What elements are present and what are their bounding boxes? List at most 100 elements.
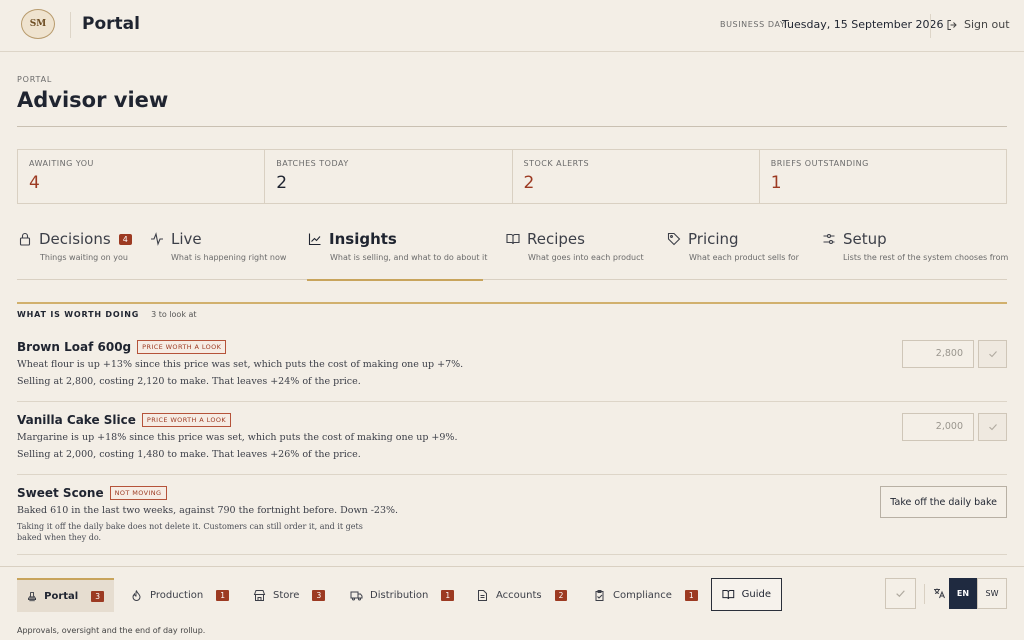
stat-value: 2 (276, 173, 288, 193)
nav-production[interactable]: Production 1 (120, 578, 239, 612)
business-day-value: Tuesday, 15 September 2026 (782, 18, 944, 31)
section-rule (17, 302, 1007, 304)
guide-button[interactable]: Guide (711, 578, 782, 611)
stat-batches: BATCHES TODAY 2 (265, 150, 513, 203)
price-input[interactable]: 2,800 (902, 340, 974, 368)
list-item: Sweet Scone NOT MOVING Baked 610 in the … (17, 486, 1007, 555)
divider (17, 126, 1007, 127)
product-name: Brown Loaf 600g (17, 340, 132, 354)
section-title: WHAT IS WORTH DOING (17, 310, 140, 319)
tab-label: Pricing (688, 230, 739, 248)
item-summary: Selling at 2,800, costing 2,120 to make.… (17, 376, 361, 387)
check-icon (896, 590, 905, 598)
nav-compliance[interactable]: Compliance 1 (583, 578, 708, 612)
section-header: WHAT IS WORTH DOING 3 to look at (17, 310, 197, 319)
nav-label: Distribution (370, 589, 429, 601)
tab-subtitle: What each product sells for (689, 253, 799, 262)
nav-label: Portal (44, 590, 79, 602)
tab-live[interactable]: Live What is happening right now (149, 230, 286, 280)
tab-label: Setup (843, 230, 887, 248)
stat-value: 2 (523, 173, 535, 193)
price-input[interactable]: 2,000 (902, 413, 974, 441)
nav-badge: 1 (684, 589, 698, 601)
tab-decisions[interactable]: Decisions 4 Things waiting on you (17, 230, 132, 280)
translate-icon (934, 588, 945, 599)
section-count: 3 to look at (151, 310, 197, 319)
nav-distribution[interactable]: Distribution 1 (340, 578, 464, 612)
list-item: Brown Loaf 600g PRICE WORTH A LOOK Wheat… (17, 340, 1007, 402)
nav-label: Store (273, 589, 300, 601)
list-item: Vanilla Cake Slice PRICE WORTH A LOOK Ma… (17, 413, 1007, 475)
stat-label: STOCK ALERTS (523, 159, 590, 168)
nav-accounts[interactable]: Accounts 2 (466, 578, 577, 612)
nav-store[interactable]: Store 3 (243, 578, 335, 612)
tab-label: Insights (329, 230, 397, 248)
nav-label: Guide (741, 589, 771, 600)
status-tag: PRICE WORTH A LOOK (137, 340, 227, 354)
tab-badge: 4 (118, 233, 132, 245)
stat-label: BRIEFS OUTSTANDING (770, 159, 869, 168)
confirm-button[interactable] (885, 578, 916, 609)
nav-badge: 3 (91, 590, 104, 602)
item-detail: Baked 610 in the last two weeks, against… (17, 505, 399, 516)
confirm-price-button[interactable] (978, 413, 1007, 441)
take-off-daily-bake-button[interactable]: Take off the daily bake (880, 486, 1007, 518)
stat-awaiting: AWAITING YOU 4 (18, 150, 266, 203)
tab-insights[interactable]: Insights What is selling, and what to do… (307, 230, 488, 281)
sign-out-button[interactable]: Sign out (946, 18, 1010, 31)
book-icon (722, 589, 735, 600)
page-kicker: PORTAL (17, 75, 53, 84)
tab-recipes[interactable]: Recipes What goes into each product (505, 230, 644, 280)
status-tag: PRICE WORTH A LOOK (141, 413, 232, 427)
check-icon (988, 351, 997, 358)
store-icon (253, 589, 266, 601)
tab-subtitle: What is selling, and what to do about it (330, 253, 488, 262)
tab-setup[interactable]: Setup Lists the rest of the system choos… (821, 230, 1008, 280)
stat-value: 4 (29, 173, 40, 193)
header-divider (930, 14, 931, 38)
product-name: Sweet Scone (17, 486, 104, 500)
chart-icon (307, 231, 323, 247)
stats-strip: AWAITING YOU 4 BATCHES TODAY 2 STOCK ALE… (17, 149, 1007, 204)
language-en-button[interactable]: EN (949, 578, 977, 609)
tab-subtitle: Things waiting on you (40, 253, 128, 262)
tag-icon (666, 231, 682, 247)
clipboard-icon (595, 589, 604, 601)
check-icon (988, 424, 997, 431)
file-icon (478, 589, 487, 601)
divider (924, 584, 925, 604)
sign-out-icon (947, 19, 957, 30)
activity-icon (149, 231, 165, 247)
stamp-icon (28, 591, 36, 601)
stat-label: AWAITING YOU (29, 159, 94, 168)
tab-subtitle: What goes into each product (528, 253, 644, 262)
nav-badge: 2 (554, 589, 568, 601)
sliders-icon (821, 231, 837, 247)
tab-label: Decisions (39, 230, 111, 248)
item-note: Taking it off the daily bake does not de… (17, 522, 363, 542)
section-tabs: Decisions 4 Things waiting on you Live W… (17, 230, 1008, 281)
stat-value: 1 (770, 173, 782, 193)
item-detail: Wheat flour is up +13% since this price … (17, 359, 464, 370)
confirm-price-button[interactable] (978, 340, 1007, 368)
lock-icon (17, 231, 33, 247)
nav-label: Production (150, 589, 204, 601)
language-sw-button[interactable]: SW (977, 578, 1007, 609)
flame-icon (132, 589, 141, 601)
tab-pricing[interactable]: Pricing What each product sells for (666, 230, 799, 280)
top-bar: SM Portal BUSINESS DAY Tuesday, 15 Septe… (0, 0, 1024, 52)
brand-logo: SM (21, 9, 55, 39)
stat-briefs: BRIEFS OUTSTANDING 1 (760, 150, 1006, 203)
business-day-label: BUSINESS DAY (720, 20, 786, 29)
page-title: Advisor view (17, 88, 169, 112)
sign-out-label: Sign out (964, 18, 1010, 31)
item-detail: Margarine is up +18% since this price wa… (17, 432, 458, 443)
product-name: Vanilla Cake Slice (17, 413, 136, 427)
tab-subtitle: What is happening right now (171, 253, 287, 262)
app-title: Portal (82, 14, 140, 34)
nav-label: Accounts (496, 589, 542, 601)
book-icon (505, 231, 521, 247)
header-divider (70, 12, 71, 38)
nav-portal[interactable]: Portal 3 (17, 578, 114, 612)
tab-label: Live (171, 230, 202, 248)
